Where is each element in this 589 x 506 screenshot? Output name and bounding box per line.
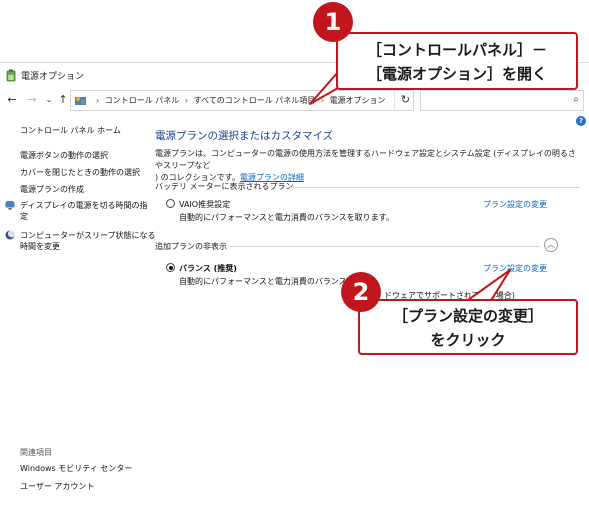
callout-1-line-1: ［コントロールパネル］－	[366, 41, 547, 59]
callout-2-number-badge: 2	[341, 272, 381, 312]
callout-2-line-2: をクリック	[430, 331, 506, 349]
callout-2-line-1: ［プラン設定の変更］	[392, 307, 543, 325]
callout-2-pointer	[467, 269, 511, 303]
callout-1-line-2: ［電源オプション］を開く	[366, 65, 547, 83]
callout-1-box: ［コントロールパネル］－ ［電源オプション］を開く	[336, 32, 578, 90]
callout-2-box: ［プラン設定の変更］ をクリック	[358, 299, 578, 355]
callout-1-number-badge: 1	[313, 2, 353, 42]
